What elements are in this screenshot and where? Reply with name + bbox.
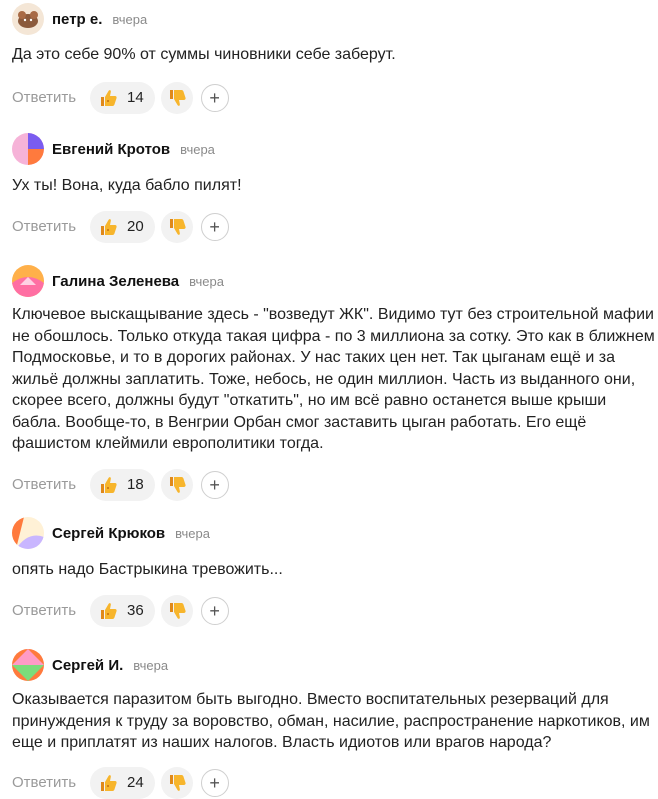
comment-header: петр е. вчера bbox=[12, 1, 652, 37]
comment: Сергей И. вчера Оказывается паразитом бы… bbox=[12, 647, 652, 799]
thumbs-down-icon bbox=[167, 88, 187, 108]
comment: Галина Зеленева вчера Ключевое выскащыва… bbox=[12, 263, 655, 501]
comment-text: Да это себе 90% от суммы чиновники себе … bbox=[12, 46, 396, 63]
avatar[interactable] bbox=[12, 133, 44, 165]
plus-icon: + bbox=[209, 600, 220, 621]
comment-actions: Ответить 14 + bbox=[12, 81, 652, 114]
reply-button[interactable]: Ответить bbox=[12, 218, 90, 235]
more-button[interactable]: + bbox=[200, 212, 229, 241]
avatar[interactable] bbox=[12, 265, 44, 297]
avatar[interactable] bbox=[12, 517, 44, 549]
thumbs-up-icon bbox=[98, 601, 118, 621]
comment-text: Ключевое выскащывание здесь - "возведут … bbox=[12, 306, 655, 452]
like-button[interactable]: 36 bbox=[90, 594, 155, 627]
avatar[interactable] bbox=[12, 3, 44, 35]
comment-time: вчера bbox=[180, 141, 215, 157]
comment-time: вчера bbox=[112, 11, 148, 27]
comment: Евгений Кротов вчера Ух ты! Вона, куда б… bbox=[12, 131, 652, 243]
comment-time: вчера bbox=[175, 525, 210, 541]
like-button[interactable]: 18 bbox=[90, 468, 155, 501]
comment-header: Сергей Крюков вчера bbox=[12, 515, 652, 551]
like-button[interactable]: 14 bbox=[90, 81, 155, 114]
comment-actions: Ответить 24 + bbox=[12, 766, 652, 799]
dislike-button[interactable] bbox=[160, 594, 193, 627]
dislike-button[interactable] bbox=[160, 766, 193, 799]
like-count: 14 bbox=[127, 89, 144, 106]
author-name[interactable]: Галина Зеленева bbox=[52, 273, 179, 290]
comment-text: Ух ты! Вона, куда бабло пилят! bbox=[12, 177, 242, 194]
comment-time: вчера bbox=[189, 273, 224, 289]
like-button[interactable]: 20 bbox=[90, 210, 155, 243]
thumbs-down-icon bbox=[167, 475, 187, 495]
thumbs-down-icon bbox=[167, 217, 187, 237]
like-count: 24 bbox=[127, 774, 144, 791]
like-count: 18 bbox=[127, 476, 144, 493]
comment-actions: Ответить 36 + bbox=[12, 594, 652, 627]
reply-button[interactable]: Ответить bbox=[12, 774, 90, 791]
thumbs-up-icon bbox=[98, 88, 118, 108]
comment-header: Галина Зеленева вчера bbox=[12, 263, 652, 299]
thumbs-up-icon bbox=[98, 773, 118, 793]
author-name[interactable]: петр е. bbox=[52, 11, 102, 28]
comment: Сергей Крюков вчера опять надо Бастрыкин… bbox=[12, 515, 652, 627]
dislike-button[interactable] bbox=[160, 81, 193, 114]
more-button[interactable]: + bbox=[200, 470, 229, 499]
author-name[interactable]: Сергей И. bbox=[52, 657, 123, 674]
comment-header: Евгений Кротов вчера bbox=[12, 131, 652, 167]
avatar[interactable] bbox=[12, 649, 44, 681]
more-button[interactable]: + bbox=[200, 596, 229, 625]
dislike-button[interactable] bbox=[160, 468, 193, 501]
plus-icon: + bbox=[209, 772, 220, 793]
thumbs-down-icon bbox=[167, 601, 187, 621]
plus-icon: + bbox=[209, 87, 220, 108]
comment: петр е. вчера Да это себе 90% от суммы ч… bbox=[12, 1, 652, 114]
reply-button[interactable]: Ответить bbox=[12, 476, 90, 493]
plus-icon: + bbox=[209, 474, 220, 495]
author-name[interactable]: Евгений Кротов bbox=[52, 141, 170, 158]
thumbs-down-icon bbox=[167, 773, 187, 793]
reply-button[interactable]: Ответить bbox=[12, 602, 90, 619]
plus-icon: + bbox=[209, 216, 220, 237]
comment-text: Оказывается паразитом быть выгодно. Вмес… bbox=[12, 691, 650, 751]
thumbs-up-icon bbox=[98, 475, 118, 495]
comment-actions: Ответить 20 + bbox=[12, 210, 652, 243]
comment-header: Сергей И. вчера bbox=[12, 647, 652, 683]
comment-time: вчера bbox=[133, 657, 169, 673]
thumbs-up-icon bbox=[98, 217, 118, 237]
more-button[interactable]: + bbox=[200, 83, 229, 112]
reply-button[interactable]: Ответить bbox=[12, 89, 90, 106]
comment-text: опять надо Бастрыкина тревожить... bbox=[12, 561, 283, 578]
author-name[interactable]: Сергей Крюков bbox=[52, 525, 165, 542]
like-count: 20 bbox=[127, 218, 144, 235]
like-button[interactable]: 24 bbox=[90, 766, 155, 799]
like-count: 36 bbox=[127, 602, 144, 619]
more-button[interactable]: + bbox=[200, 768, 229, 797]
comment-actions: Ответить 18 + bbox=[12, 468, 652, 501]
dislike-button[interactable] bbox=[160, 210, 193, 243]
